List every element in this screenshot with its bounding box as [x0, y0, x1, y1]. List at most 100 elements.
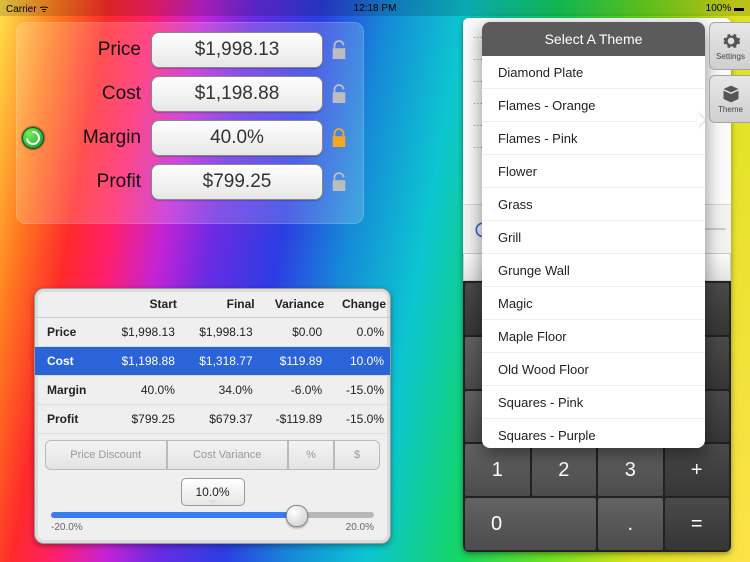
theme-item[interactable]: Diamond Plate — [482, 56, 705, 89]
cell-name: Margin — [35, 376, 103, 405]
cell-change: -15.0% — [328, 405, 390, 434]
seg-dollar[interactable]: $ — [334, 440, 380, 470]
cell-name: Profit — [35, 405, 103, 434]
cell-start: $799.25 — [103, 405, 181, 434]
price-field[interactable]: $1,998.13 — [151, 32, 323, 68]
box-icon — [721, 84, 741, 104]
col-change: Change — [328, 289, 390, 318]
key-1[interactable]: 1 — [465, 444, 530, 496]
theme-item-label: Old Wood Floor — [498, 362, 589, 377]
theme-list: Diamond Plate Flames - Orange Flames - Pin… — [482, 56, 705, 448]
cell-change: 10.0% — [328, 347, 390, 376]
settings-label: Settings — [716, 52, 745, 61]
theme-item[interactable]: Squares - Pink — [482, 386, 705, 419]
profit-field[interactable]: $799.25 — [151, 164, 323, 200]
cell-name: Cost — [35, 347, 103, 376]
cell-start: $1,198.88 — [103, 347, 181, 376]
fields-panel: Price $1,998.13 Cost $1,198.88 Margin 40… — [16, 22, 364, 224]
cell-final: 34.0% — [181, 376, 259, 405]
status-carrier: Carrier ᯤ — [0, 1, 86, 15]
side-toolbox: Settings Theme — [709, 22, 750, 128]
price-label: Price — [46, 39, 151, 61]
status-bar: Carrier ᯤ 12:18 PM 100% ▬ — [0, 0, 750, 16]
margin-label: Margin — [46, 127, 151, 149]
theme-item-label: Flower — [498, 164, 537, 179]
cell-start: 40.0% — [103, 376, 181, 405]
theme-item[interactable]: Grunge Wall — [482, 254, 705, 287]
theme-item[interactable]: Old Wood Floor — [482, 353, 705, 386]
theme-item-label: Magic — [498, 296, 533, 311]
cell-change: -15.0% — [328, 376, 390, 405]
theme-item[interactable]: Grass — [482, 188, 705, 221]
cell-variance: -6.0% — [259, 376, 329, 405]
theme-item[interactable]: Maple Floor — [482, 320, 705, 353]
theme-item-label: Grunge Wall — [498, 263, 570, 278]
col-start: Start — [103, 289, 181, 318]
table-row[interactable]: Margin40.0%34.0%-6.0%-15.0% — [35, 376, 390, 405]
analysis-panel: Start Final Variance Change Price$1,998.… — [34, 288, 391, 544]
theme-popover: Select A Theme Diamond Plate Flames - Ora… — [482, 22, 705, 448]
theme-item-label: Grass — [498, 197, 533, 212]
slider-max: 20.0% — [346, 522, 374, 533]
gear-icon — [721, 31, 741, 51]
theme-item-label: Diamond Plate — [498, 65, 583, 80]
cost-label: Cost — [46, 83, 151, 105]
theme-item[interactable]: Flames - Orange — [482, 89, 705, 122]
key-0[interactable]: 0 — [465, 498, 596, 550]
theme-item-label: Grill — [498, 230, 521, 245]
cost-lock-icon[interactable] — [323, 83, 355, 105]
profit-label: Profit — [46, 171, 151, 193]
cycle-icon[interactable] — [20, 127, 46, 149]
margin-lock-icon[interactable] — [323, 127, 355, 149]
theme-item-label: Squares - Purple — [498, 428, 596, 443]
cell-start: $1,998.13 — [103, 318, 181, 347]
seg-cost-variance[interactable]: Cost Variance — [167, 440, 289, 470]
cell-final: $1,998.13 — [181, 318, 259, 347]
cell-final: $1,318.77 — [181, 347, 259, 376]
col-final: Final — [181, 289, 259, 318]
cell-variance: -$119.89 — [259, 405, 329, 434]
seg-price-discount[interactable]: Price Discount — [45, 440, 167, 470]
theme-item[interactable]: Squares - Purple — [482, 419, 705, 448]
slider-fill — [51, 512, 296, 518]
margin-field[interactable]: 40.0% — [151, 120, 323, 156]
status-battery: 100% ▬ — [664, 3, 750, 14]
key-=[interactable]: = — [665, 498, 730, 550]
theme-item[interactable]: Magic — [482, 287, 705, 320]
slider-min: -20.0% — [51, 522, 83, 533]
seg-percent[interactable]: % — [288, 440, 334, 470]
cost-field[interactable]: $1,198.88 — [151, 76, 323, 112]
theme-item-label: Flames - Pink — [498, 131, 577, 146]
cell-variance: $119.89 — [259, 347, 329, 376]
cell-final: $679.37 — [181, 405, 259, 434]
table-row[interactable]: Price$1,998.13$1,998.13$0.000.0% — [35, 318, 390, 347]
popover-title: Select A Theme — [482, 22, 705, 56]
col-variance: Variance — [259, 289, 329, 318]
table-row[interactable]: Cost$1,198.88$1,318.77$119.8910.0% — [35, 347, 390, 376]
theme-item-label: Squares - Pink — [498, 395, 583, 410]
key-.[interactable]: . — [598, 498, 663, 550]
profit-lock-icon[interactable] — [323, 171, 355, 193]
table-row[interactable]: Profit$799.25$679.37-$119.89-15.0% — [35, 405, 390, 434]
theme-item-label: Maple Floor — [498, 329, 567, 344]
slider-bubble: 10.0% — [181, 478, 245, 506]
status-time: 12:18 PM — [86, 3, 664, 14]
theme-item[interactable]: Flames - Pink — [482, 122, 705, 155]
cell-variance: $0.00 — [259, 318, 329, 347]
key-3[interactable]: 3 — [598, 444, 663, 496]
variance-slider[interactable]: 10.0% -20.0% 20.0% — [51, 482, 374, 528]
theme-item[interactable]: Flower — [482, 155, 705, 188]
analysis-segments: Price Discount Cost Variance % $ — [45, 440, 380, 470]
cell-name: Price — [35, 318, 103, 347]
price-lock-icon[interactable] — [323, 39, 355, 61]
theme-button[interactable]: Theme — [709, 75, 750, 123]
analysis-table: Start Final Variance Change Price$1,998.… — [35, 289, 390, 434]
cell-change: 0.0% — [328, 318, 390, 347]
theme-item-label: Flames - Orange — [498, 98, 596, 113]
theme-item[interactable]: Grill — [482, 221, 705, 254]
key-2[interactable]: 2 — [532, 444, 597, 496]
col-blank — [35, 289, 103, 318]
key-+[interactable]: + — [665, 444, 730, 496]
settings-button[interactable]: Settings — [709, 22, 750, 70]
theme-label: Theme — [718, 105, 743, 114]
